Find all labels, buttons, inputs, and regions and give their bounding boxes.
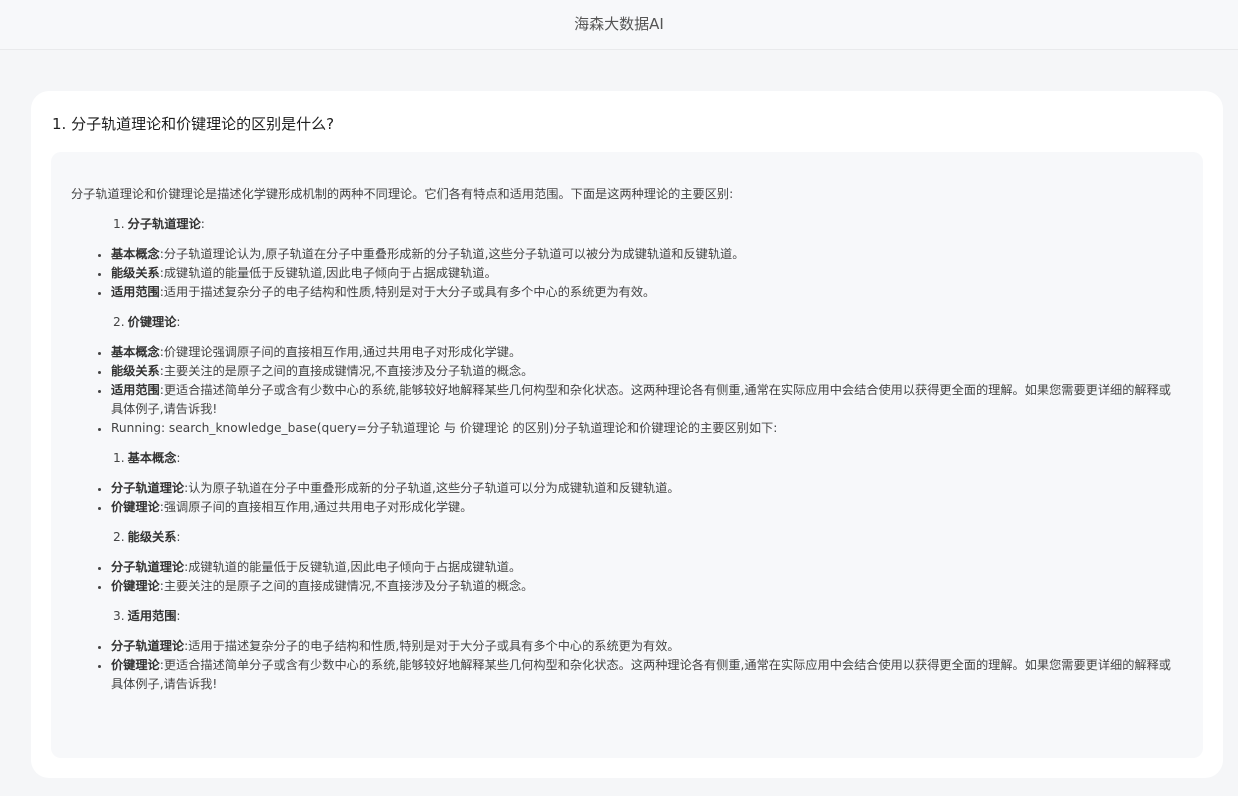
tool-running-line: Running: search_knowledge_base(query=分子轨… bbox=[111, 419, 1183, 438]
question-text: 1. 分子轨道理论和价键理论的区别是什么? bbox=[52, 115, 335, 133]
section-vb: 2. 价键理论: bbox=[71, 313, 1183, 332]
section-mo-points: 基本概念:分子轨道理论认为,原子轨道在分子中重叠形成新的分子轨道,这些分子轨道可… bbox=[71, 245, 1183, 302]
section-mo: 1. 分子轨道理论: bbox=[71, 215, 1183, 234]
section-heading: 2. 能级关系: bbox=[113, 530, 181, 544]
section-heading: 1. 分子轨道理论: bbox=[113, 217, 205, 231]
list-item: 适用范围:适用于描述复杂分子的电子结构和性质,特别是对于大分子或具有多个中心的系… bbox=[111, 283, 1183, 302]
summary-basic: 1. 基本概念: bbox=[71, 449, 1183, 468]
answer-block: 分子轨道理论和价键理论是描述化学键形成机制的两种不同理论。它们各有特点和适用范围… bbox=[51, 152, 1203, 758]
list-item: 分子轨道理论:认为原子轨道在分子中重叠形成新的分子轨道,这些分子轨道可以分为成键… bbox=[111, 479, 1183, 498]
list-item: 价键理论:更适合描述简单分子或含有少数中心的系统,能够较好地解释某些几何构型和杂… bbox=[111, 656, 1183, 694]
section-vb-points: 基本概念:价键理论强调原子间的直接相互作用,通过共用电子对形成化学键。 能级关系… bbox=[71, 343, 1183, 438]
list-item: 基本概念:价键理论强调原子间的直接相互作用,通过共用电子对形成化学键。 bbox=[111, 343, 1183, 362]
list-item: 分子轨道理论:适用于描述复杂分子的电子结构和性质,特别是对于大分子或具有多个中心… bbox=[111, 637, 1183, 656]
list-item: 适用范围:更适合描述简单分子或含有少数中心的系统,能够较好地解释某些几何构型和杂… bbox=[111, 381, 1183, 419]
list-item: 价键理论:强调原子间的直接相互作用,通过共用电子对形成化学键。 bbox=[111, 498, 1183, 517]
top-bar: 海森大数据AI bbox=[0, 0, 1238, 50]
summary-scope-points: 分子轨道理论:适用于描述复杂分子的电子结构和性质,特别是对于大分子或具有多个中心… bbox=[71, 637, 1183, 694]
summary-basic-points: 分子轨道理论:认为原子轨道在分子中重叠形成新的分子轨道,这些分子轨道可以分为成键… bbox=[71, 479, 1183, 517]
summary-scope: 3. 适用范围: bbox=[71, 607, 1183, 626]
summary-energy: 2. 能级关系: bbox=[71, 528, 1183, 547]
app-title: 海森大数据AI bbox=[574, 15, 664, 33]
answer-intro: 分子轨道理论和价键理论是描述化学键形成机制的两种不同理论。它们各有特点和适用范围… bbox=[71, 187, 734, 201]
chat-card: 1. 分子轨道理论和价键理论的区别是什么? 分子轨道理论和价键理论是描述化学键形… bbox=[31, 91, 1223, 778]
section-heading: 3. 适用范围: bbox=[113, 609, 181, 623]
section-heading: 2. 价键理论: bbox=[113, 315, 181, 329]
list-item: 能级关系:主要关注的是原子之间的直接成键情况,不直接涉及分子轨道的概念。 bbox=[111, 362, 1183, 381]
list-item: 价键理论:主要关注的是原子之间的直接成键情况,不直接涉及分子轨道的概念。 bbox=[111, 577, 1183, 596]
list-item: 分子轨道理论:成键轨道的能量低于反键轨道,因此电子倾向于占据成键轨道。 bbox=[111, 558, 1183, 577]
list-item: 基本概念:分子轨道理论认为,原子轨道在分子中重叠形成新的分子轨道,这些分子轨道可… bbox=[111, 245, 1183, 264]
list-item: 能级关系:成键轨道的能量低于反键轨道,因此电子倾向于占据成键轨道。 bbox=[111, 264, 1183, 283]
section-heading: 1. 基本概念: bbox=[113, 451, 181, 465]
summary-energy-points: 分子轨道理论:成键轨道的能量低于反键轨道,因此电子倾向于占据成键轨道。 价键理论… bbox=[71, 558, 1183, 596]
